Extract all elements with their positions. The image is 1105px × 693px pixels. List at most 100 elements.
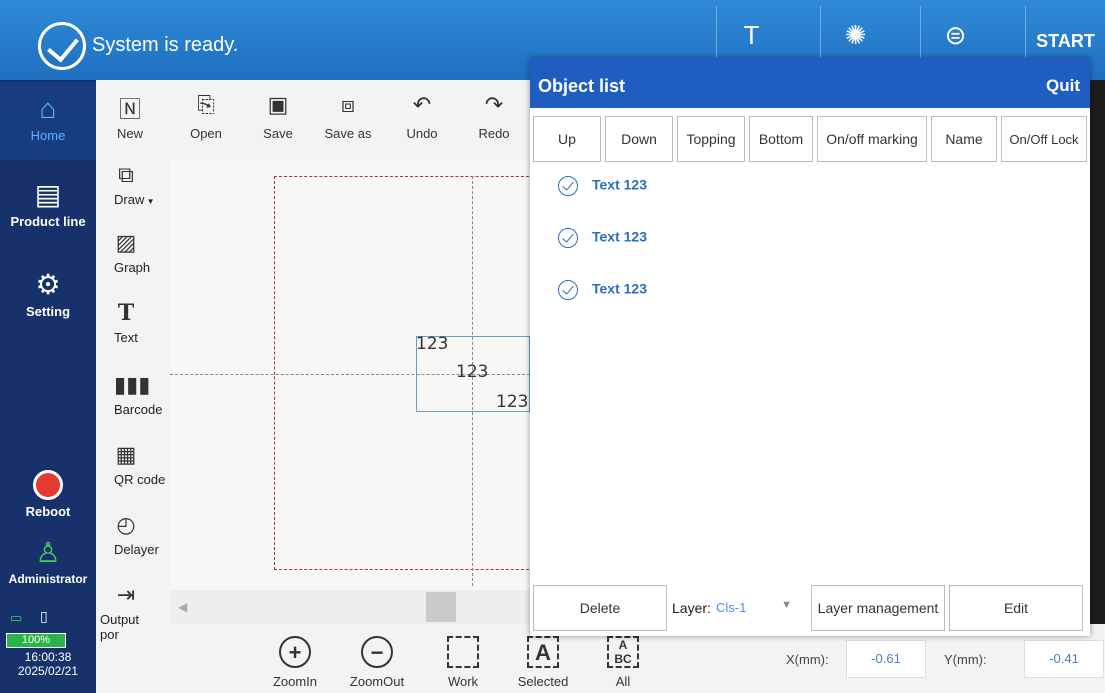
barcode-icon: ▮▮▮ <box>114 372 151 397</box>
check-circle-icon <box>38 22 86 70</box>
tool-column: ⧉ Draw ▼ ▨ Graph T Text ▮▮▮ Barcode ▦ QR… <box>96 80 170 693</box>
zoom-in-icon: + <box>279 636 311 668</box>
panel-header: Object list Quit <box>530 58 1090 108</box>
toolbar-label: Undo <box>406 126 438 141</box>
object-name: Text 123 <box>592 228 647 245</box>
canvas-text-object[interactable]: 123 <box>456 362 488 382</box>
save-button[interactable]: ▣ Save <box>248 92 308 141</box>
work-view-button[interactable]: Work <box>428 636 498 689</box>
canvas-text-object[interactable]: 123 <box>416 334 448 354</box>
tool-label: Graph <box>114 260 151 275</box>
chevron-down-icon: ▼ <box>781 599 792 611</box>
object-list-item[interactable]: Text 123 <box>558 176 647 200</box>
layer-value: Cls-1 <box>716 600 747 615</box>
scroll-left-icon[interactable]: ◀ <box>178 600 187 614</box>
save-as-icon: ⧈ <box>341 92 355 117</box>
sidebar-item-home[interactable]: ⌂ Home <box>0 82 96 160</box>
x-coordinate-field[interactable]: -0.61 <box>846 640 926 678</box>
object-list-panel: Object list Quit Up Down Topping Bottom … <box>530 58 1090 636</box>
all-abc-icon: A BC <box>607 636 639 668</box>
sidebar-item-label: Administrator <box>8 572 88 586</box>
stopwatch-icon: ◴ <box>116 512 136 537</box>
zoom-out-button[interactable]: − ZoomOut <box>342 636 412 689</box>
horizontal-scrollbar[interactable]: ◀ <box>170 590 530 624</box>
toolbar-label: Redo <box>478 126 510 141</box>
undo-icon: ↶ <box>412 92 432 117</box>
tool-label: Delayer <box>114 542 159 557</box>
draw-tool[interactable]: ⧉ Draw ▼ <box>114 162 170 207</box>
sidebar-item-administrator[interactable]: ♙ Administrator <box>0 537 96 587</box>
gear-icon: ⚙ <box>35 269 61 300</box>
image-icon: ▨ <box>115 230 137 255</box>
layer-select[interactable]: Cls-1 ▼ <box>714 592 800 624</box>
zoom-in-button[interactable]: + ZoomIn <box>260 636 330 689</box>
checked-circle-icon[interactable] <box>558 176 578 196</box>
text-tool[interactable]: T Text <box>114 300 170 345</box>
production-line-icon: ▤ <box>34 179 62 210</box>
time-text: 16:00:38 <box>24 650 72 664</box>
sidebar-item-label: Home <box>30 128 66 143</box>
toolbar-label: New <box>116 126 143 141</box>
battery-indicator: 100% <box>6 633 66 648</box>
sidebar-item-setting[interactable]: ⚙ Setting <box>0 269 96 320</box>
checked-circle-icon[interactable] <box>558 228 578 248</box>
barcode-tool[interactable]: ▮▮▮ Barcode <box>114 372 170 417</box>
output-port-tool[interactable]: ⇥ Output por <box>100 582 156 642</box>
view-label: ZoomOut <box>349 674 405 689</box>
tool-label: Output por <box>100 612 140 642</box>
save-icon: ▣ <box>267 92 289 117</box>
new-button[interactable]: 🄽 New <box>100 92 160 141</box>
toolbar-label: Open <box>190 126 222 141</box>
edit-button[interactable]: Edit <box>949 585 1083 631</box>
design-canvas[interactable]: 123 123 123 <box>170 160 534 590</box>
qr-code-icon: ▦ <box>115 442 137 467</box>
dropdown-triangle-icon: ▼ <box>144 197 155 206</box>
view-label: Work <box>447 674 479 689</box>
sidebar-item-product-line[interactable]: ▤ Product line <box>0 179 96 230</box>
on-off-marking-button[interactable]: On/off marking <box>817 116 927 162</box>
new-file-icon: 🄽 <box>118 97 141 122</box>
selected-view-button[interactable]: A Selected <box>508 636 578 689</box>
object-list-item[interactable]: Text 123 <box>558 228 647 252</box>
date-text: 2025/02/21 <box>17 664 79 678</box>
object-list-item[interactable]: Text 123 <box>558 280 647 304</box>
canvas-text-object[interactable]: 123 <box>496 392 528 412</box>
scroll-thumb[interactable] <box>426 592 456 622</box>
view-label: All <box>615 674 631 689</box>
y-coordinate-field[interactable]: -0.41 <box>1024 640 1104 678</box>
graph-tool[interactable]: ▨ Graph <box>114 230 170 275</box>
redo-button[interactable]: ↷ Redo <box>464 92 524 141</box>
main-sidebar: ⌂ Home ▤ Product line ⚙ Setting Reboot ♙… <box>0 80 96 693</box>
sidebar-item-label: Reboot <box>25 504 71 519</box>
user-icon: ♙ <box>35 537 61 568</box>
zoom-out-icon: − <box>361 636 393 668</box>
on-off-lock-button[interactable]: On/Off Lock <box>1001 116 1087 162</box>
text-t-icon: T <box>743 20 760 50</box>
usb-icon: ▭ <box>10 610 23 625</box>
undo-button[interactable]: ↶ Undo <box>392 92 452 141</box>
layer-management-button[interactable]: Layer management <box>811 585 945 631</box>
save-as-button[interactable]: ⧈ Save as <box>318 92 378 141</box>
sidebar-item-reboot[interactable]: Reboot <box>0 470 96 519</box>
object-name: Text 123 <box>592 176 647 193</box>
delete-button[interactable]: Delete <box>533 585 667 631</box>
reboot-icon <box>33 470 63 500</box>
y-coordinate-label: Y(mm): <box>944 652 987 667</box>
qr-code-tool[interactable]: ▦ QR code <box>114 442 170 487</box>
toolbar-label: Save as <box>324 126 372 141</box>
name-button[interactable]: Name <box>931 116 997 162</box>
open-button[interactable]: ⎘ Open <box>176 92 236 141</box>
down-button[interactable]: Down <box>605 116 673 162</box>
all-view-button[interactable]: A BC All <box>588 636 658 689</box>
delayer-tool[interactable]: ◴ Delayer <box>114 512 170 557</box>
view-label: ZoomIn <box>272 674 318 689</box>
up-button[interactable]: Up <box>533 116 601 162</box>
tool-label: Draw <box>114 192 145 207</box>
checked-circle-icon[interactable] <box>558 280 578 300</box>
toolbar-label: Save <box>263 126 293 141</box>
sidebar-item-label: Product line <box>10 214 86 229</box>
quit-button[interactable]: Quit <box>1046 76 1080 96</box>
bottom-button[interactable]: Bottom <box>749 116 813 162</box>
topping-button[interactable]: Topping <box>677 116 745 162</box>
tool-label: QR code <box>114 472 166 487</box>
